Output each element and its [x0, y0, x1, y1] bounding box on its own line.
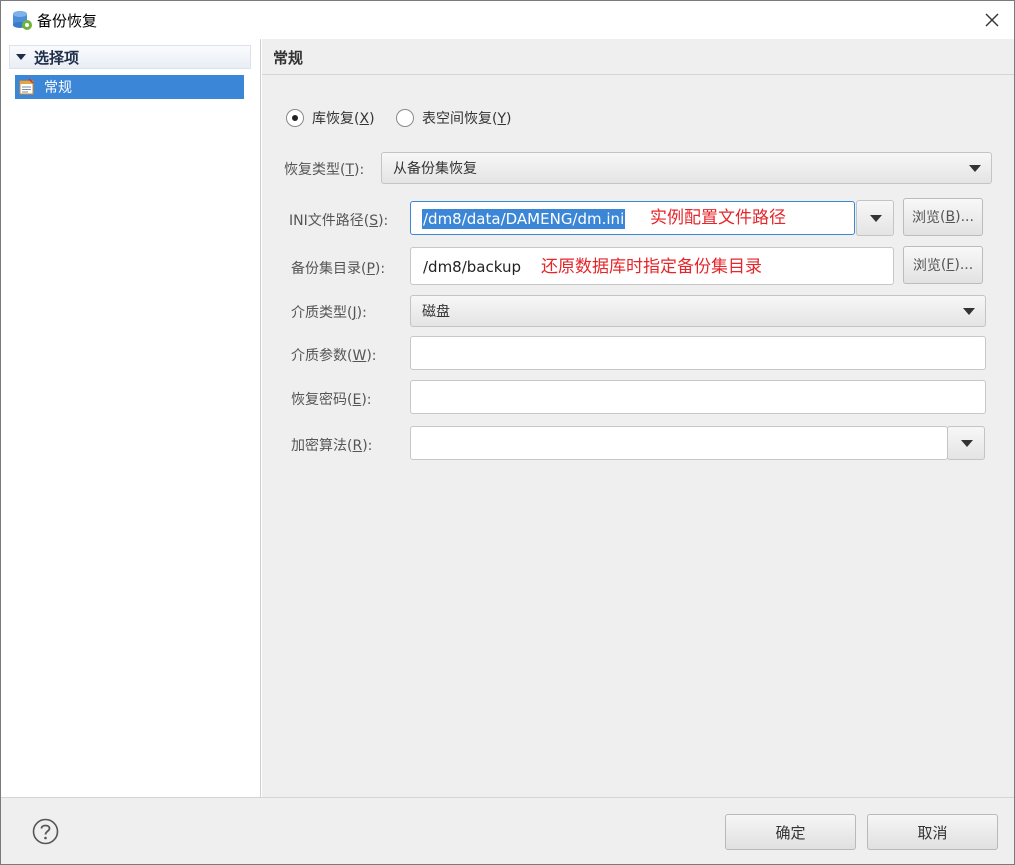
- media-params-label: 介质参数(W):: [291, 348, 377, 364]
- ini-path-value: /dm8/data/DAMENG/dm.ini: [422, 209, 626, 229]
- encrypt-algorithm-dropdown-button[interactable]: [947, 426, 985, 460]
- chevron-down-icon: [870, 215, 882, 222]
- tree-header-label: 选择项: [34, 48, 80, 67]
- ini-path-annotation: 实例配置文件路径: [650, 208, 786, 228]
- browse-backup-button[interactable]: 浏览(F)...: [903, 246, 983, 284]
- sidebar-item-general[interactable]: 常规: [15, 75, 244, 99]
- help-icon[interactable]: [32, 818, 59, 845]
- chevron-down-icon: [963, 308, 975, 315]
- backup-dir-value: /dm8/backup: [423, 258, 521, 276]
- media-params-input[interactable]: [410, 336, 986, 370]
- collapse-arrow-icon: [16, 54, 26, 60]
- settings-page-icon: [19, 78, 34, 95]
- close-button[interactable]: [978, 7, 1006, 33]
- radio-indicator[interactable]: [286, 109, 304, 127]
- restore-type-label: 恢复类型(T):: [284, 162, 365, 178]
- backup-restore-dialog: 备份恢复 选择项 常规 常规 库恢复(X) 表空间恢复(Y) 恢复类型(T): …: [0, 0, 1015, 865]
- window-title: 备份恢复: [37, 12, 98, 30]
- chevron-down-icon: [961, 440, 973, 447]
- backup-dir-annotation: 还原数据库时指定备份集目录: [541, 257, 762, 277]
- encrypt-algorithm-input[interactable]: [410, 426, 948, 460]
- radio-database-restore[interactable]: 库恢复(X): [286, 108, 375, 128]
- title-bar: 备份恢复: [1, 1, 1014, 39]
- database-gear-icon: [13, 11, 32, 30]
- radio-label: 库恢复(X): [312, 111, 375, 127]
- sidebar: 选择项 常规: [1, 39, 261, 797]
- ini-path-input[interactable]: /dm8/data/DAMENG/dm.ini: [410, 201, 855, 235]
- content-panel: 常规 库恢复(X) 表空间恢复(Y) 恢复类型(T): 从备份集恢复 INI文件…: [262, 39, 1014, 797]
- backup-dir-label: 备份集目录(P):: [291, 261, 386, 277]
- page-title: 常规: [273, 49, 304, 67]
- ini-path-dropdown-button[interactable]: [856, 200, 894, 236]
- browse-ini-button[interactable]: 浏览(B)...: [903, 198, 983, 236]
- ok-button[interactable]: 确定: [725, 814, 856, 850]
- restore-password-input[interactable]: [410, 380, 986, 414]
- radio-tablespace-restore[interactable]: 表空间恢复(Y): [396, 108, 512, 128]
- encrypt-algorithm-label: 加密算法(R):: [291, 438, 373, 454]
- dialog-footer: 确定 取消: [1, 797, 1014, 864]
- media-type-value: 磁盘: [422, 304, 450, 320]
- tree-header[interactable]: 选择项: [9, 45, 251, 69]
- restore-type-value: 从备份集恢复: [393, 161, 477, 177]
- media-type-label: 介质类型(J):: [291, 305, 367, 321]
- chevron-down-icon: [969, 165, 981, 172]
- ini-path-label: INI文件路径(S):: [289, 213, 389, 229]
- close-icon: [985, 13, 999, 27]
- media-type-select[interactable]: 磁盘: [410, 295, 986, 327]
- radio-indicator[interactable]: [396, 109, 414, 127]
- restore-type-select[interactable]: 从备份集恢复: [381, 152, 992, 184]
- radio-label: 表空间恢复(Y): [422, 111, 512, 127]
- restore-password-label: 恢复密码(E):: [291, 392, 372, 408]
- sidebar-item-label: 常规: [44, 80, 72, 96]
- cancel-button[interactable]: 取消: [867, 814, 998, 850]
- content-header: 常规: [262, 39, 1014, 75]
